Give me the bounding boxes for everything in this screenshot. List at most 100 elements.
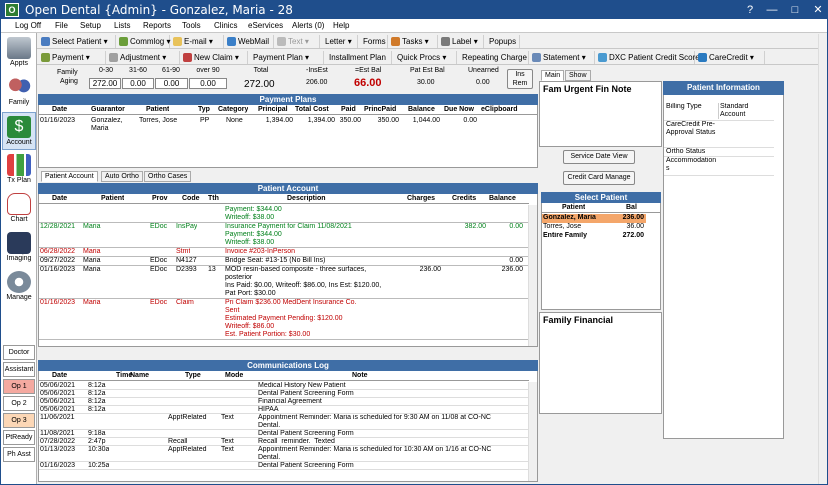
commlog-button[interactable]: Commlog ▾	[118, 35, 170, 48]
menu-log-off[interactable]: Log Off	[15, 21, 41, 30]
patient-account-header: Date Patient Prov Code Tth Description C…	[39, 194, 529, 204]
table-row[interactable]: 07/28/2022 2:47p Recall Text Recall reminder…	[39, 438, 528, 446]
nav-appts[interactable]: Appts	[2, 34, 36, 72]
cell-description: Payment: $344.00 Writeoff: $38.00	[225, 206, 282, 221]
select-patient-header: Patient Bal	[542, 203, 660, 213]
table-row[interactable]: 09/27/2022 Maria EDoc N4127 Bridge Seat: #13…	[39, 257, 528, 266]
statement-button[interactable]: Statement ▾	[531, 51, 595, 64]
op-doctor[interactable]: Doctor	[3, 345, 35, 360]
menu-help[interactable]: Help	[333, 21, 349, 30]
window-scrollbar[interactable]	[818, 34, 827, 484]
table-row[interactable]: 01/16/2023 Maria EDoc Claim Pri Claim $236.0…	[39, 299, 528, 340]
info-row[interactable]: Accommodations	[664, 157, 774, 176]
cell-code: Stmt	[176, 248, 191, 255]
dxc-credit-score-button[interactable]: DXC Patient Credit Score	[597, 51, 700, 64]
payment-plan-button[interactable]: Payment Plan ▾	[250, 51, 324, 64]
gear-icon	[7, 271, 31, 293]
installment-plan-button[interactable]: Installment Plan	[326, 51, 392, 64]
info-row[interactable]: Ortho Status	[664, 148, 774, 157]
table-row[interactable]: 01/16/2023 10:25a Dental Patient Screening…	[39, 462, 528, 470]
forms-button[interactable]: Forms	[360, 35, 388, 48]
credit-card-manage-button[interactable]: Credit Card Manage	[563, 171, 635, 185]
menu-file[interactable]: File	[55, 21, 68, 30]
tab-show[interactable]: Show	[565, 70, 591, 81]
table-row[interactable]: 01/13/2023 10:30a ApptRelated Text Appointme…	[39, 446, 528, 462]
tab-main[interactable]: Main	[541, 70, 565, 81]
op-3[interactable]: Op 3	[3, 413, 35, 428]
table-row[interactable]: 05/06/2021 8:12a Financial Agreement	[39, 398, 528, 406]
carecredit-button[interactable]: CareCredit ▾	[697, 51, 765, 64]
table-row[interactable]: 06/28/2022 Maria Stmt Invoice #203-InPerson	[39, 248, 528, 257]
menu-setup[interactable]: Setup	[80, 21, 101, 30]
commlog-note: Medical History New Patient	[258, 382, 346, 389]
op-1[interactable]: Op 1	[3, 379, 35, 394]
tasks-button[interactable]: Tasks ▾	[390, 35, 438, 48]
aging-value-over-90: 0.00	[189, 78, 227, 89]
label-button[interactable]: Label ▾	[440, 35, 484, 48]
carecredit-icon	[698, 53, 707, 62]
letter-button[interactable]: Letter ▾	[322, 35, 358, 48]
table-row[interactable]: 05/06/2021 8:12a Medical History New Patie…	[39, 382, 528, 390]
commlog-cell: 2:47p	[88, 438, 106, 445]
table-row[interactable]: Payment: $344.00 Writeoff: $38.00	[39, 206, 528, 223]
help-button[interactable]: ?	[739, 2, 761, 18]
repeating-charge-button[interactable]: Repeating Charge	[459, 51, 529, 64]
commlog-title: Communications Log	[38, 360, 538, 371]
camera-icon	[7, 232, 31, 254]
menu-alerts[interactable]: Alerts (0)	[292, 21, 324, 30]
select-patient-row[interactable]: Gonzalez, Maria 236.00	[542, 214, 646, 223]
select-patient-row[interactable]: Entire Family 272.00	[542, 232, 646, 241]
text-button[interactable]: Text ▾	[276, 35, 320, 48]
op-ptready[interactable]: PtReady	[3, 430, 35, 445]
info-row[interactable]: CareCredit Pre-Approval Status	[664, 121, 774, 148]
table-row[interactable]: 01/16/2023 Maria EDoc D2393 13 MOD resin-base…	[39, 266, 528, 299]
commlog-cell: 8:12a	[88, 390, 106, 397]
menu-lists[interactable]: Lists	[114, 21, 130, 30]
menu-clinics[interactable]: Clinics	[214, 21, 238, 30]
payment-button[interactable]: Payment ▾	[40, 51, 106, 64]
menu-reports[interactable]: Reports	[143, 21, 171, 30]
nav-chart[interactable]: Chart	[2, 190, 36, 228]
tab-patient-account[interactable]: Patient Account	[41, 171, 98, 182]
maximize-button[interactable]: □	[784, 2, 806, 18]
nav-imaging[interactable]: Imaging	[2, 229, 36, 267]
patient-account-title: Patient Account	[38, 183, 538, 194]
nav-manage[interactable]: Manage	[2, 268, 36, 306]
select-patient-row[interactable]: Torres, Jose 36.00	[542, 223, 646, 232]
op-assistant[interactable]: Assistant	[3, 362, 35, 377]
patient-account-scrollbar[interactable]	[528, 205, 537, 346]
nav-account[interactable]: $ Account	[2, 112, 36, 150]
ins-rem-button[interactable]: Ins Rem	[507, 69, 533, 89]
family-financial-note[interactable]	[539, 312, 662, 414]
new-claim-button[interactable]: New Claim ▾	[182, 51, 248, 64]
nav-tx-plan[interactable]: Tx Plan	[2, 151, 36, 189]
table-row[interactable]: 12/28/2021 Maria EDoc InsPay Insurance Payme…	[39, 223, 528, 248]
email-button[interactable]: E-mail ▾	[172, 35, 224, 48]
op-ph-asst[interactable]: Ph Asst	[3, 447, 35, 462]
tab-ortho-cases[interactable]: Ortho Cases	[144, 171, 192, 182]
tooth-icon	[7, 193, 31, 215]
service-date-view-button[interactable]: Service Date View	[563, 150, 635, 164]
menu-eservices[interactable]: eServices	[248, 21, 283, 30]
table-row[interactable]: 05/06/2021 8:12a Dental Patient Screening …	[39, 390, 528, 398]
table-row[interactable]: 11/06/2021 ApptRelated Text Appointment Rem…	[39, 414, 528, 430]
minimize-button[interactable]: —	[761, 2, 783, 18]
nav-family[interactable]: Family	[2, 73, 36, 111]
info-row[interactable]: Billing Type Standard Account	[664, 103, 774, 121]
popups-button[interactable]: Popups	[486, 35, 520, 48]
table-row[interactable]: 05/06/2021 8:12a HIPAA	[39, 406, 528, 414]
person-icon	[41, 37, 50, 46]
adjustment-button[interactable]: Adjustment ▾	[108, 51, 180, 64]
table-row[interactable]: 11/08/2021 9:18a Dental Patient Screening …	[39, 430, 528, 438]
commlog-scrollbar[interactable]	[528, 382, 537, 481]
commlog-cell: 8:12a	[88, 398, 106, 405]
webmail-button[interactable]: WebMail	[226, 35, 274, 48]
table-row[interactable]: 01/16/2023 Gonzalez, Maria Torres, Jose …	[39, 117, 537, 135]
tab-auto-ortho[interactable]: Auto Ortho	[101, 171, 143, 182]
select-patient-button[interactable]: Select Patient ▾	[40, 35, 116, 48]
menu-tools[interactable]: Tools	[182, 21, 201, 30]
quick-procs-button[interactable]: Quick Procs ▾	[394, 51, 457, 64]
main-toolbar: Select Patient ▾ Commlog ▾ E-mail ▾ WebM…	[37, 34, 827, 49]
close-button[interactable]: ✕	[807, 2, 827, 18]
op-2[interactable]: Op 2	[3, 396, 35, 411]
